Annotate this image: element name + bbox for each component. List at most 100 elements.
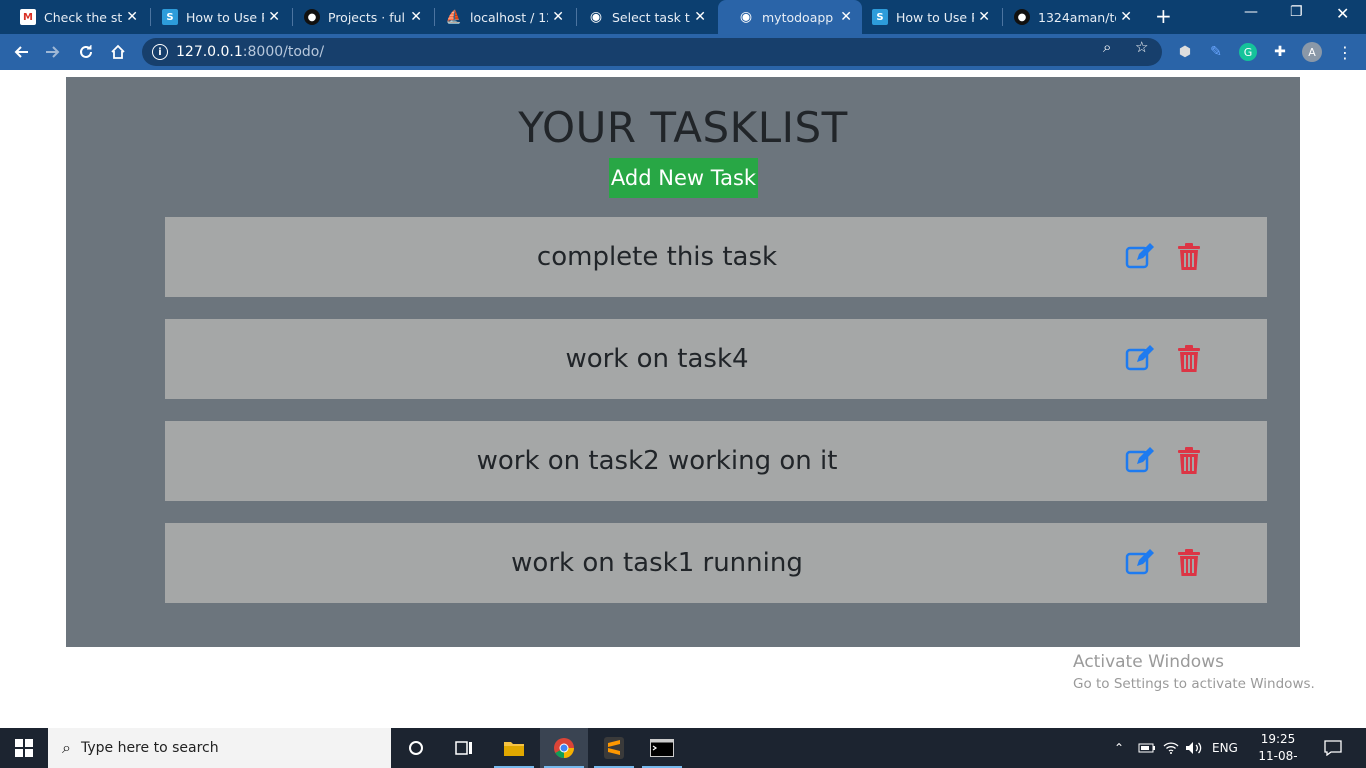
task-view-icon[interactable]	[440, 728, 488, 768]
terminal-icon[interactable]	[638, 728, 686, 768]
trash-icon[interactable]	[1178, 345, 1200, 373]
zoom-icon[interactable]: ⌕	[1103, 38, 1111, 56]
close-icon[interactable]: ✕	[978, 9, 990, 25]
battery-icon[interactable]	[1138, 728, 1156, 768]
s-site-icon: S	[872, 9, 888, 25]
profile-avatar[interactable]: A	[1302, 42, 1322, 62]
url-host: 127.0.0.1	[176, 44, 243, 60]
console-glyph-icon	[650, 739, 674, 757]
tab-mytodoapp[interactable]: ◉ mytodoapp ✕	[718, 0, 862, 34]
tab-how-to-use-1[interactable]: S How to Use Py ✕	[142, 0, 290, 34]
close-icon[interactable]: ✕	[552, 9, 564, 25]
task-text: work on task1 running	[511, 548, 803, 578]
gmail-icon: M	[20, 9, 36, 25]
profile-initial: A	[1308, 45, 1316, 59]
url-path: :8000/todo/	[242, 44, 325, 60]
task-row: work on task2 working on it	[165, 421, 1267, 501]
home-button[interactable]	[106, 40, 130, 64]
tab-title: Projects · fullto	[328, 9, 406, 25]
chrome-taskbar-icon[interactable]	[540, 728, 588, 768]
tab-github-repo[interactable]: ● 1324aman/toc ✕	[994, 0, 1142, 34]
wifi-icon[interactable]	[1163, 728, 1179, 768]
tab-projects[interactable]: ● Projects · fullto ✕	[284, 0, 432, 34]
search-icon: ⌕	[62, 738, 71, 757]
globe-icon: ◉	[739, 9, 753, 25]
tab-select-task[interactable]: ◉ Select task to c ✕	[568, 0, 716, 34]
windows-taskbar: ⌕ Type here to search ⌃ ENG 19:25 11-08-…	[0, 728, 1366, 768]
browser-toolbar: i 127.0.0.1:8000/todo/ ⌕ ☆ ⬢ ✎ G ✚ A ⋮	[0, 34, 1366, 70]
clock-date: 11-08-2020	[1258, 749, 1298, 768]
file-explorer-icon[interactable]	[490, 728, 538, 768]
github-icon: ●	[304, 9, 320, 25]
back-button[interactable]	[9, 40, 33, 64]
forward-arrow-icon	[46, 46, 60, 58]
sublime-text-icon[interactable]	[590, 728, 638, 768]
grammarly-extension-icon[interactable]: G	[1239, 43, 1257, 61]
trash-icon[interactable]	[1178, 243, 1200, 271]
task-view-glyph-icon	[455, 741, 472, 755]
tab-gmail[interactable]: M Check the step ✕	[0, 0, 148, 34]
watermark-title: Activate Windows	[1073, 652, 1224, 672]
windows-logo-icon	[15, 739, 33, 757]
tab-title: 1324aman/toc	[1038, 9, 1116, 25]
close-icon[interactable]: ✕	[840, 9, 852, 25]
start-button[interactable]	[0, 728, 48, 768]
page-title: YOUR TASKLIST	[518, 103, 848, 152]
folder-icon	[504, 742, 524, 756]
volume-icon[interactable]	[1185, 728, 1203, 768]
cube-extension-icon[interactable]: ⬢	[1176, 43, 1194, 61]
notifications-icon[interactable]	[1324, 728, 1342, 768]
tab-how-to-use-2[interactable]: S How to Use Py ✕	[852, 0, 1000, 34]
cortana-circle-icon	[409, 741, 423, 755]
activate-windows-watermark: Activate Windows Go to Settings to activ…	[1073, 652, 1315, 692]
add-new-task-button[interactable]: Add New Task	[609, 158, 758, 198]
reload-button[interactable]	[74, 40, 98, 64]
new-tab-button[interactable]: +	[1155, 6, 1172, 26]
watermark-subtitle: Go to Settings to activate Windows.	[1073, 676, 1315, 692]
trash-icon[interactable]	[1178, 447, 1200, 475]
close-icon[interactable]: ✕	[694, 9, 706, 25]
back-arrow-icon	[14, 46, 28, 58]
github-icon: ●	[1014, 9, 1030, 25]
trash-icon[interactable]	[1178, 549, 1200, 577]
edit-icon[interactable]	[1125, 447, 1155, 473]
tab-title: How to Use Py	[186, 9, 264, 25]
system-clock[interactable]: 19:25 11-08-2020	[1244, 731, 1312, 768]
task-text: complete this task	[536, 242, 778, 272]
sublime-glyph-icon	[604, 737, 624, 759]
close-icon[interactable]: ✕	[268, 9, 280, 25]
edit-icon[interactable]	[1125, 345, 1155, 371]
tab-phpmyadmin[interactable]: ⛵ localhost / 127. ✕	[426, 0, 574, 34]
show-hidden-icons[interactable]: ⌃	[1114, 728, 1124, 768]
feather-extension-icon[interactable]: ✎	[1207, 43, 1225, 61]
info-icon[interactable]: i	[152, 44, 168, 60]
address-bar[interactable]: i 127.0.0.1:8000/todo/	[142, 38, 1162, 66]
menu-kebab-icon[interactable]: ⋮	[1336, 43, 1354, 62]
phpmyadmin-icon: ⛵	[445, 9, 463, 25]
browser-tab-strip: M Check the step ✕ S How to Use Py ✕ ● P…	[0, 0, 1366, 34]
extensions-puzzle-icon[interactable]: ✚	[1271, 43, 1289, 61]
minimize-button[interactable]: —	[1244, 4, 1258, 20]
forward-button[interactable]	[41, 40, 65, 64]
window-close-button[interactable]: ✕	[1336, 4, 1349, 23]
taskbar-search[interactable]: ⌕ Type here to search	[48, 728, 391, 768]
edit-icon[interactable]	[1125, 243, 1155, 269]
tasklist-panel: YOUR TASKLIST Add New Task complete this…	[66, 77, 1300, 647]
close-icon[interactable]: ✕	[1120, 9, 1132, 25]
cortana-icon[interactable]	[392, 728, 440, 768]
tab-title: mytodoapp	[762, 9, 834, 25]
tab-title: Select task to c	[612, 9, 690, 25]
tab-title: Check the step	[44, 9, 122, 25]
edit-icon[interactable]	[1125, 549, 1155, 575]
bookmark-star-icon[interactable]: ☆	[1135, 38, 1148, 56]
restore-button[interactable]: ❐	[1290, 4, 1303, 20]
task-text: work on task4	[565, 344, 749, 374]
grammarly-letter: G	[1243, 45, 1253, 59]
search-placeholder: Type here to search	[80, 740, 219, 756]
close-icon[interactable]: ✕	[410, 9, 422, 25]
reload-icon	[80, 45, 92, 58]
task-row: work on task4	[165, 319, 1267, 399]
close-icon[interactable]: ✕	[126, 9, 138, 25]
home-icon	[111, 44, 125, 59]
language-indicator[interactable]: ENG	[1212, 728, 1238, 768]
